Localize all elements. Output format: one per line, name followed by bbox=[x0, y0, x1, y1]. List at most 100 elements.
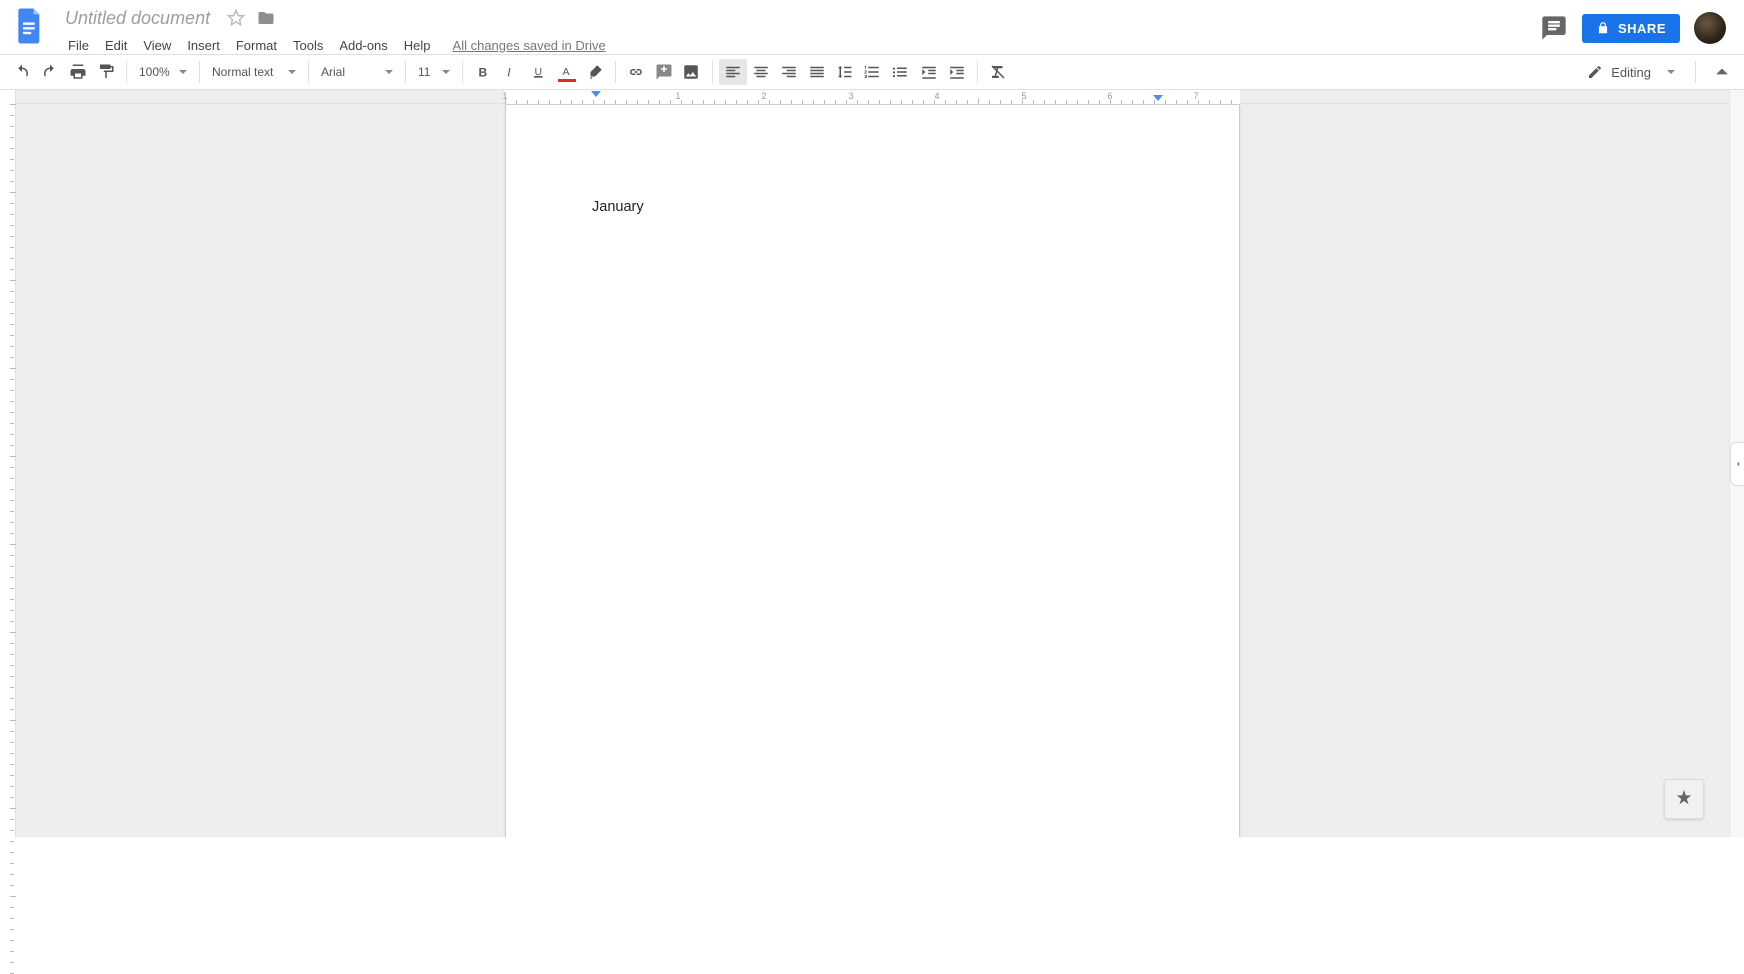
share-button[interactable]: SHARE bbox=[1582, 14, 1680, 43]
font-size-dropdown[interactable]: 11 bbox=[412, 61, 456, 83]
open-comments-button[interactable] bbox=[1540, 14, 1568, 42]
line-spacing-icon bbox=[835, 63, 853, 81]
highlight-color-button[interactable] bbox=[581, 59, 609, 85]
bold-button[interactable]: B bbox=[469, 59, 497, 85]
numbered-list-icon bbox=[863, 63, 881, 81]
italic-icon: I bbox=[502, 63, 520, 81]
account-avatar[interactable] bbox=[1694, 12, 1726, 44]
menu-bar: File Edit View Insert Format Tools Add-o… bbox=[60, 32, 606, 58]
toolbar-separator bbox=[615, 61, 616, 83]
menu-format[interactable]: Format bbox=[228, 34, 285, 57]
redo-icon bbox=[41, 63, 59, 81]
chevron-left-icon bbox=[1733, 459, 1743, 469]
document-page[interactable]: January bbox=[505, 104, 1240, 837]
document-body-text[interactable]: January bbox=[592, 199, 1153, 215]
align-justify-icon bbox=[808, 63, 826, 81]
line-spacing-button[interactable] bbox=[831, 59, 859, 85]
toolbar-separator bbox=[126, 61, 127, 83]
docs-logo-icon bbox=[16, 8, 44, 44]
underline-button[interactable]: U bbox=[525, 59, 553, 85]
hide-menus-button[interactable] bbox=[1708, 58, 1736, 86]
star-icon[interactable] bbox=[227, 9, 245, 27]
editing-mode-label: Editing bbox=[1611, 65, 1651, 80]
chevron-down-icon bbox=[1667, 70, 1675, 74]
menu-edit[interactable]: Edit bbox=[97, 34, 135, 57]
ruler-number: 2 bbox=[761, 91, 766, 101]
menu-addons[interactable]: Add-ons bbox=[331, 34, 395, 57]
menu-help[interactable]: Help bbox=[396, 34, 439, 57]
font-family-dropdown[interactable]: Arial bbox=[315, 61, 399, 83]
underline-icon: U bbox=[530, 63, 548, 81]
toolbar-separator bbox=[1695, 61, 1696, 83]
insert-comment-button[interactable] bbox=[650, 59, 678, 85]
ruler-number: 1 bbox=[675, 91, 680, 101]
align-center-icon bbox=[752, 63, 770, 81]
align-justify-button[interactable] bbox=[803, 59, 831, 85]
document-canvas[interactable]: 1 1 2 3 4 5 6 7 January bbox=[16, 90, 1729, 837]
comment-icon bbox=[1540, 14, 1568, 42]
clear-format-icon bbox=[989, 63, 1007, 81]
document-title-input[interactable]: Untitled document bbox=[60, 7, 215, 30]
chevron-up-icon bbox=[1708, 58, 1736, 86]
align-left-icon bbox=[724, 63, 742, 81]
align-right-button[interactable] bbox=[775, 59, 803, 85]
clear-formatting-button[interactable] bbox=[984, 59, 1012, 85]
insert-image-button[interactable] bbox=[678, 59, 706, 85]
pencil-icon bbox=[1587, 64, 1603, 80]
toolbar: 100% Normal text Arial 11 B I U A bbox=[0, 54, 1744, 90]
zoom-dropdown[interactable]: 100% bbox=[133, 61, 193, 83]
lock-icon bbox=[1596, 21, 1610, 35]
decrease-indent-button[interactable] bbox=[915, 59, 943, 85]
workspace: 1 1 2 3 4 5 6 7 January bbox=[0, 90, 1744, 837]
align-right-icon bbox=[780, 63, 798, 81]
vertical-ruler[interactable] bbox=[0, 90, 16, 837]
move-to-folder-icon[interactable] bbox=[257, 9, 275, 27]
print-button[interactable] bbox=[64, 59, 92, 85]
highlighter-icon bbox=[586, 63, 604, 81]
save-status[interactable]: All changes saved in Drive bbox=[453, 38, 606, 53]
bold-icon: B bbox=[474, 63, 492, 81]
editing-mode-dropdown[interactable]: Editing bbox=[1579, 60, 1683, 84]
toolbar-separator bbox=[405, 61, 406, 83]
menu-insert[interactable]: Insert bbox=[179, 34, 228, 57]
font-size-value: 11 bbox=[418, 65, 430, 79]
indent-increase-icon bbox=[948, 63, 966, 81]
text-color-button[interactable]: A bbox=[553, 59, 581, 85]
paragraph-style-dropdown[interactable]: Normal text bbox=[206, 61, 302, 83]
italic-button[interactable]: I bbox=[497, 59, 525, 85]
ruler-number: 4 bbox=[934, 91, 939, 101]
redo-button[interactable] bbox=[36, 59, 64, 85]
align-left-button[interactable] bbox=[719, 59, 747, 85]
left-indent-marker[interactable] bbox=[591, 91, 601, 97]
horizontal-ruler[interactable]: 1 1 2 3 4 5 6 7 bbox=[505, 90, 1240, 104]
numbered-list-button[interactable] bbox=[859, 59, 887, 85]
paint-roller-icon bbox=[97, 63, 115, 81]
menu-file[interactable]: File bbox=[60, 34, 97, 57]
explore-button[interactable] bbox=[1664, 779, 1704, 819]
increase-indent-button[interactable] bbox=[943, 59, 971, 85]
toolbar-separator bbox=[712, 61, 713, 83]
chevron-down-icon bbox=[288, 70, 296, 74]
title-bar: Untitled document File Edit View Insert … bbox=[0, 0, 1744, 54]
svg-text:B: B bbox=[479, 66, 488, 80]
menu-tools[interactable]: Tools bbox=[285, 34, 331, 57]
paragraph-style-value: Normal text bbox=[212, 65, 273, 79]
menu-view[interactable]: View bbox=[135, 34, 179, 57]
font-family-value: Arial bbox=[321, 65, 345, 79]
svg-text:I: I bbox=[507, 66, 511, 80]
side-panel-toggle[interactable] bbox=[1730, 442, 1744, 486]
title-area: Untitled document File Edit View Insert … bbox=[60, 6, 606, 58]
chevron-down-icon bbox=[179, 70, 187, 74]
undo-button[interactable] bbox=[8, 59, 36, 85]
align-center-button[interactable] bbox=[747, 59, 775, 85]
paint-format-button[interactable] bbox=[92, 59, 120, 85]
add-comment-icon bbox=[655, 63, 673, 81]
docs-logo[interactable] bbox=[10, 6, 50, 46]
print-icon bbox=[69, 63, 87, 81]
insert-link-button[interactable] bbox=[622, 59, 650, 85]
svg-text:A: A bbox=[563, 66, 570, 78]
toolbar-separator bbox=[308, 61, 309, 83]
bulleted-list-button[interactable] bbox=[887, 59, 915, 85]
undo-icon bbox=[13, 63, 31, 81]
toolbar-separator bbox=[977, 61, 978, 83]
